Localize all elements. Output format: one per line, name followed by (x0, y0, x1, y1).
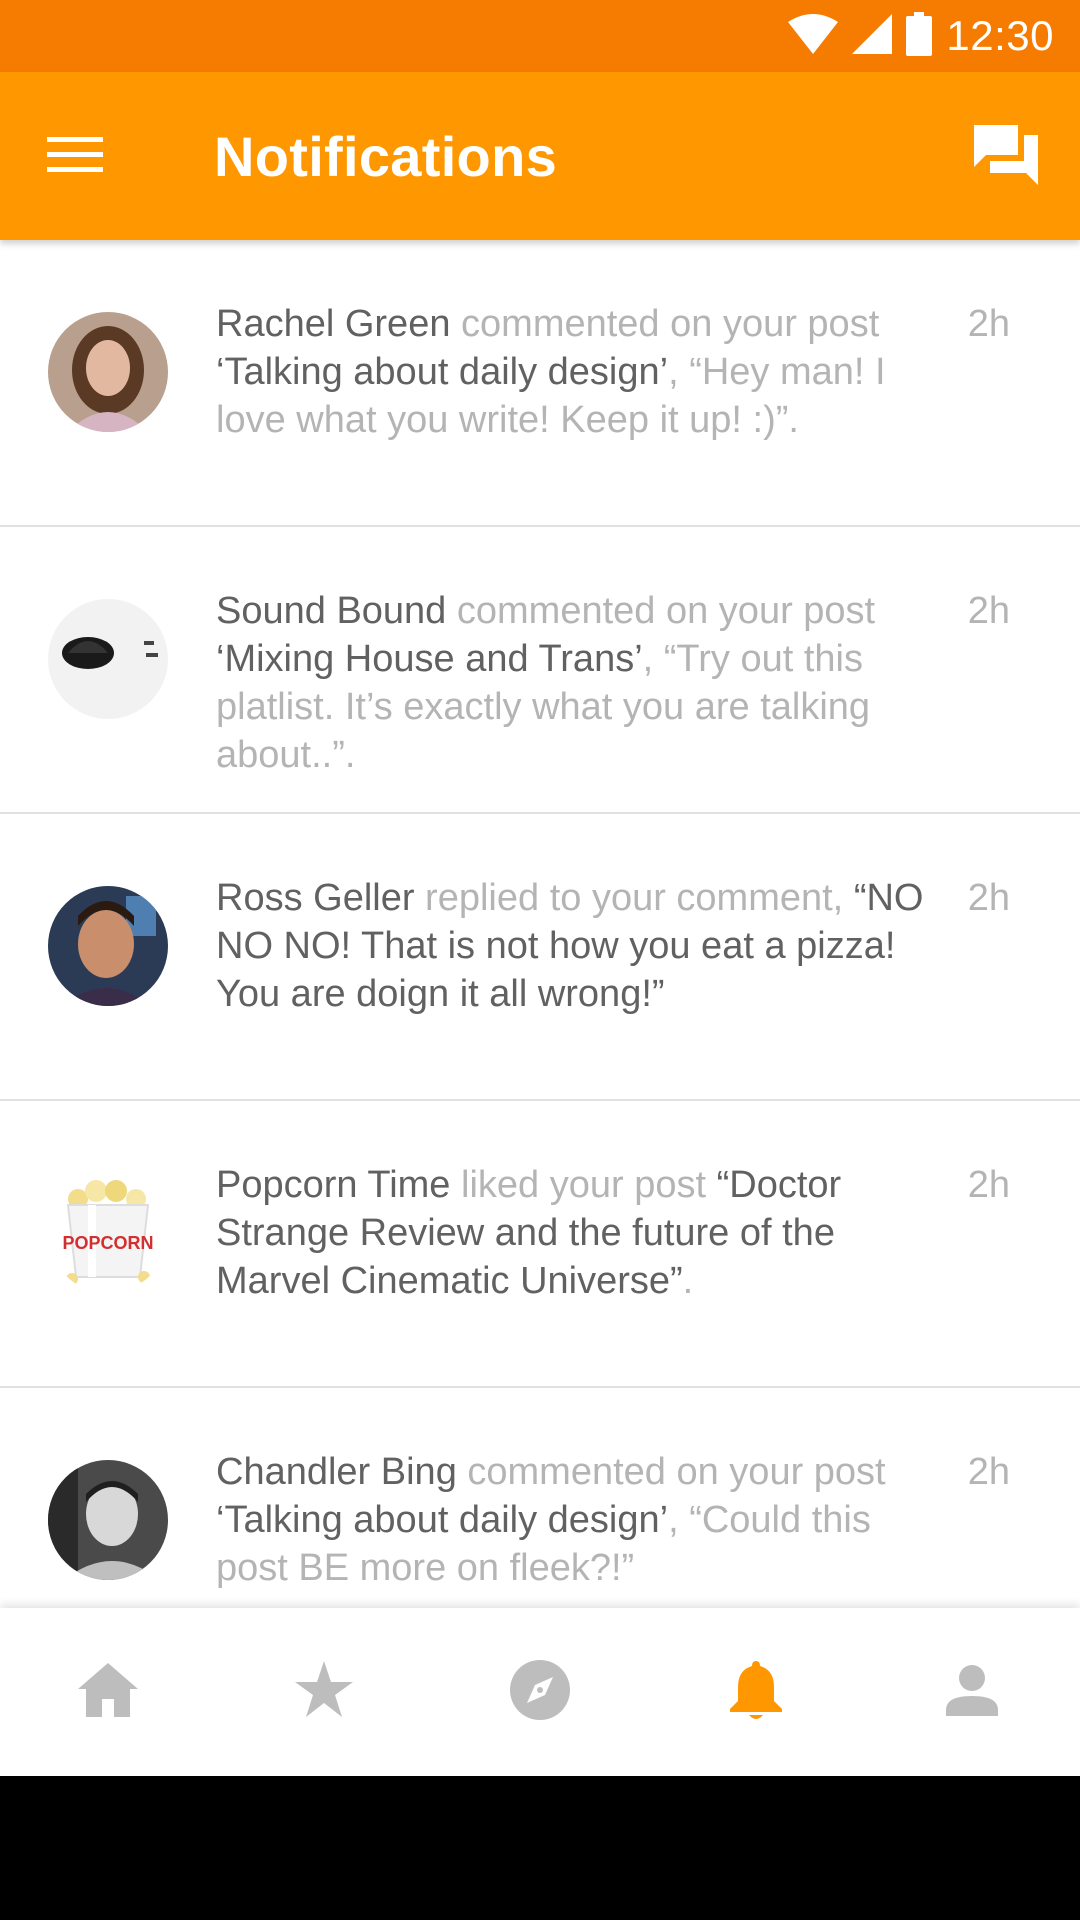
person-icon (946, 1664, 998, 1721)
notification-item[interactable]: Rachel Green commented on your post ‘Tal… (0, 240, 1080, 527)
menu-icon (47, 135, 103, 180)
nav-profile[interactable] (912, 1632, 1032, 1752)
notification-item[interactable]: Chandler Bing commented on your post ‘Ta… (0, 1388, 1080, 1608)
notification-action: commented on your post (450, 303, 880, 345)
notification-action: liked your post (450, 1164, 717, 1206)
avatar: POPCORN (48, 1173, 168, 1293)
notification-time: 2h (967, 1451, 1010, 1493)
notification-target[interactable]: ‘Talking about daily design’ (216, 1499, 668, 1541)
notification-time: 2h (967, 590, 1010, 632)
avatar (48, 1460, 168, 1580)
notification-user[interactable]: Chandler Bing (216, 1451, 457, 1493)
notification-time: 2h (967, 303, 1010, 345)
popcorn-label: POPCORN (62, 1233, 153, 1253)
notification-text: Chandler Bing commented on your post ‘Ta… (216, 1448, 926, 1592)
notification-action: replied to your comment, (414, 877, 854, 919)
avatar (48, 312, 168, 432)
bottom-navigation (0, 1608, 1080, 1776)
wifi-icon (788, 13, 839, 59)
cellular-signal-icon (852, 13, 893, 59)
star-icon (294, 1660, 354, 1724)
app-bar: Notifications (0, 72, 1080, 240)
notification-item[interactable]: POPCORN Popcorn Time liked your post “Do… (0, 1101, 1080, 1388)
system-navigation-bar (0, 1776, 1080, 1920)
status-time: 12:30 (946, 12, 1054, 59)
status-bar: 12:30 (0, 0, 1080, 72)
nav-favorites[interactable] (264, 1632, 384, 1752)
notification-time: 2h (967, 1164, 1010, 1206)
avatar (48, 886, 168, 1006)
menu-button[interactable] (30, 112, 120, 202)
notification-tail: . (682, 1260, 694, 1302)
notification-action: commented on your post (456, 1451, 886, 1493)
notification-item[interactable]: Ross Geller replied to your comment, “NO… (0, 814, 1080, 1101)
nav-explore[interactable] (480, 1632, 600, 1752)
avatar (48, 599, 168, 719)
battery-icon (906, 11, 933, 61)
notification-text: Sound Bound commented on your post ‘Mixi… (216, 587, 926, 779)
chat-button[interactable] (956, 112, 1056, 202)
notification-text: Rachel Green commented on your post ‘Tal… (216, 300, 926, 444)
page-title: Notifications (214, 125, 558, 188)
notification-item[interactable]: Sound Bound commented on your post ‘Mixi… (0, 527, 1080, 814)
notification-user[interactable]: Rachel Green (216, 303, 450, 345)
nav-notifications[interactable] (696, 1632, 816, 1752)
notification-list: Rachel Green commented on your post ‘Tal… (0, 240, 1080, 1608)
notification-user[interactable]: Ross Geller (216, 877, 415, 919)
notification-user[interactable]: Sound Bound (216, 590, 446, 632)
notifications-icon (728, 1659, 784, 1726)
notification-text: Ross Geller replied to your comment, “NO… (216, 874, 926, 1018)
notification-text: Popcorn Time liked your post “Doctor Str… (216, 1161, 926, 1305)
chat-icon (974, 124, 1038, 190)
notification-user[interactable]: Popcorn Time (216, 1164, 450, 1206)
notification-target[interactable]: ‘Talking about daily design’ (216, 351, 668, 393)
nav-home[interactable] (48, 1632, 168, 1752)
home-icon (78, 1662, 138, 1722)
explore-icon (509, 1659, 571, 1726)
notification-time: 2h (967, 877, 1010, 919)
notification-action: commented on your post (446, 590, 876, 632)
notification-target[interactable]: ‘Mixing House and Trans’ (216, 638, 643, 680)
